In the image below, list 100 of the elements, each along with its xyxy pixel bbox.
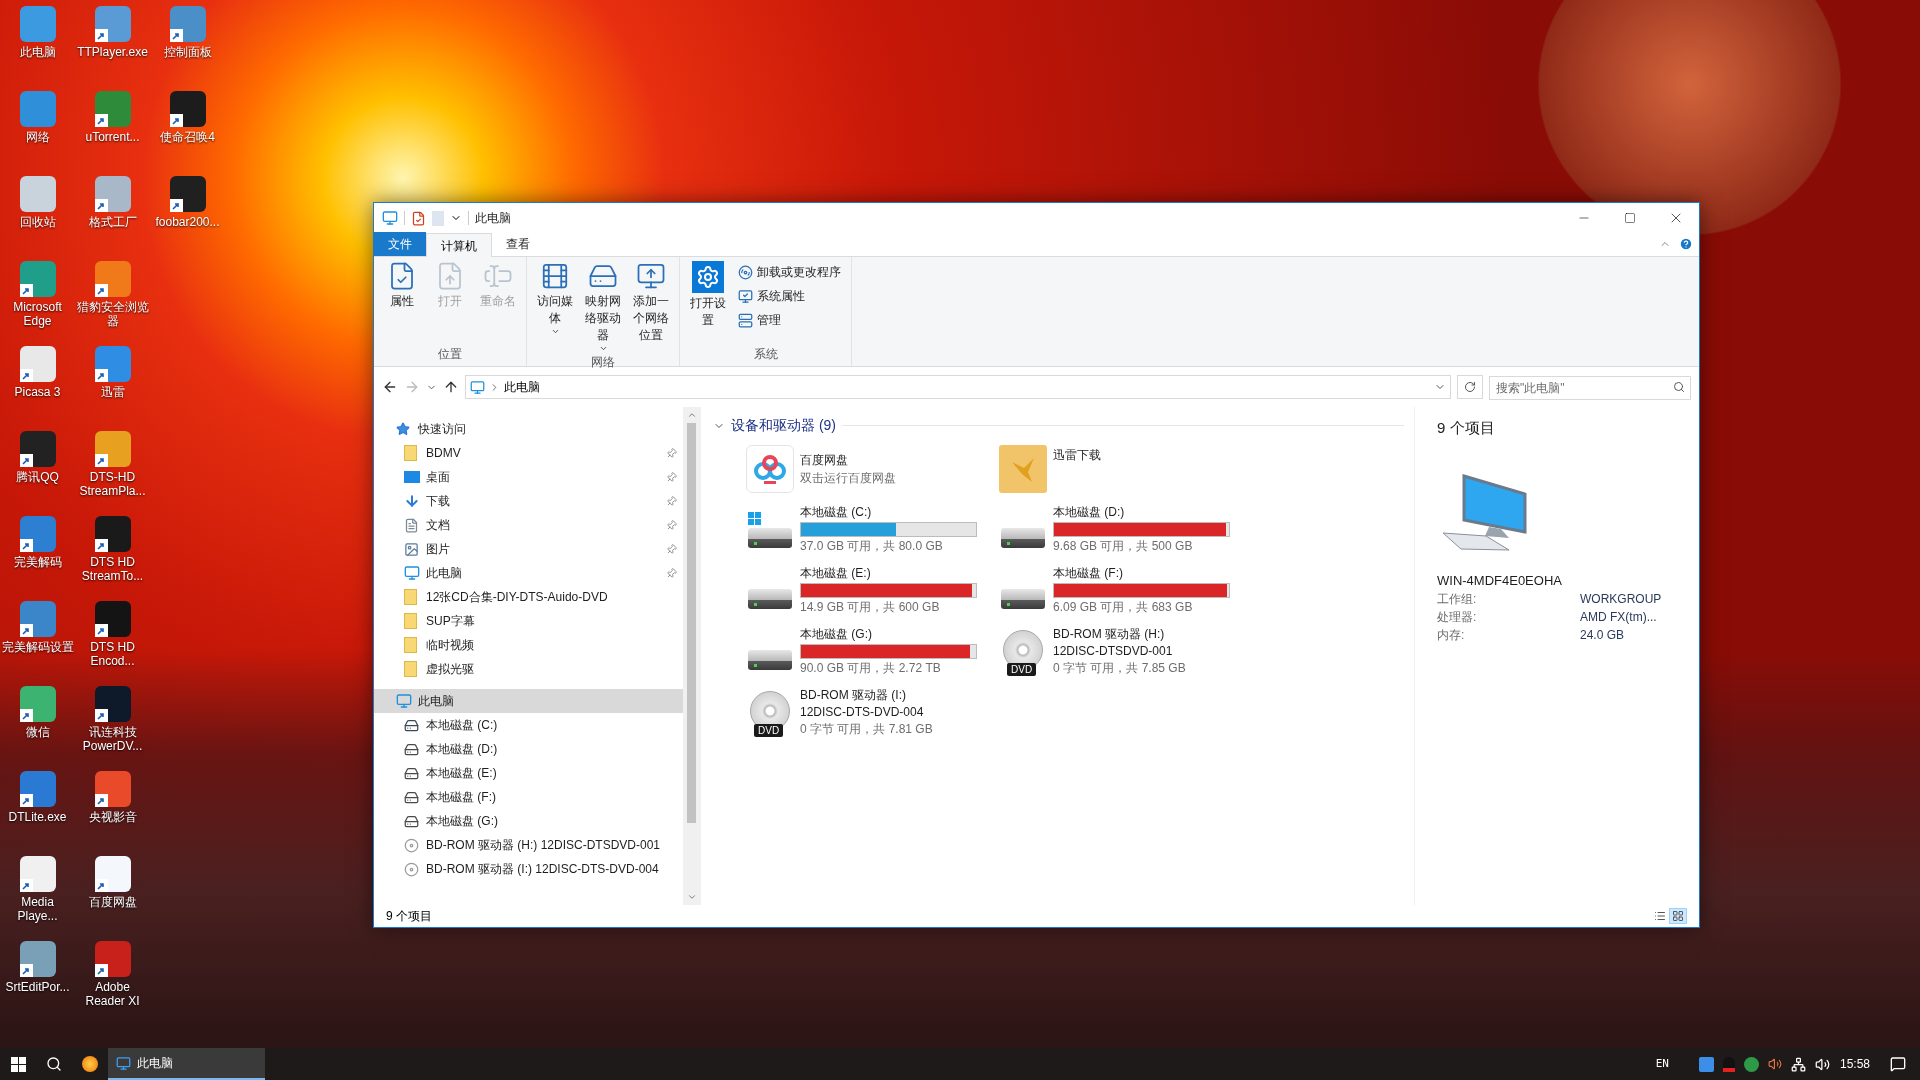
nav-item[interactable]: 快速访问	[374, 417, 683, 441]
property-value: 24.0 GB	[1580, 627, 1625, 644]
ribbon-button[interactable]: 打开设置	[686, 257, 730, 345]
refresh-button[interactable]	[1457, 375, 1483, 399]
computer-icon	[116, 1055, 131, 1071]
app-icon[interactable]	[169, 176, 206, 212]
settings-icon	[692, 261, 724, 293]
app-icon[interactable]	[19, 941, 56, 977]
nav-item[interactable]: 本地磁盘 (F:)	[374, 785, 683, 809]
drive-tile[interactable]: 本地磁盘 (F:) 6.09 GB 可用，共 683 GB	[999, 560, 1252, 621]
folder-icon	[999, 444, 1047, 493]
volume-icon[interactable]	[1814, 1056, 1830, 1072]
free-space-text: 9.68 GB 可用，共 500 GB	[1053, 538, 1194, 555]
nav-item[interactable]: 桌面	[374, 465, 683, 489]
app-icon[interactable]	[19, 516, 56, 552]
ribbon-tab[interactable]: 查看	[492, 232, 544, 256]
nav-item[interactable]: 本地磁盘 (D:)	[374, 737, 683, 761]
nav-item[interactable]: 本地磁盘 (C:)	[374, 713, 683, 737]
speaker-icon[interactable]	[1767, 1057, 1782, 1071]
nav-item[interactable]: 虚拟光驱	[374, 657, 683, 681]
up-icon[interactable]	[443, 379, 459, 395]
icon-label: SrtEditPor...	[4, 980, 71, 994]
icon-label: 猎豹安全浏览器	[75, 300, 150, 328]
nav-item[interactable]: 12张CD合集-DIY-DTS-Auido-DVD	[374, 585, 683, 609]
cloud-icon	[746, 444, 794, 493]
app-icon[interactable]	[19, 771, 56, 807]
drive-icon	[404, 765, 419, 781]
drive-icon	[404, 789, 419, 805]
nav-item[interactable]: 此电脑	[374, 689, 683, 713]
app-icon[interactable]	[94, 516, 131, 552]
nav-item[interactable]: BD-ROM 驱动器 (I:) 12DISC-DTS-DVD-004	[374, 857, 683, 881]
tiles-view-button[interactable]	[1669, 908, 1687, 924]
document-icon	[404, 517, 419, 533]
icon-label: Media Playe...	[16, 895, 59, 923]
computer-icon	[396, 693, 412, 709]
drive-tile[interactable]: DVD BD-ROM 驱动器 (H:) 12DISC-DTSDVD-001 0 字节 可用，共 7.85 GB	[999, 621, 1252, 682]
tray-app-icon[interactable]	[1698, 1056, 1714, 1072]
drive-tile[interactable]: 迅雷下载	[999, 438, 1252, 499]
app-icon[interactable]	[169, 91, 206, 127]
app-icon[interactable]	[94, 771, 131, 807]
computer-icon	[470, 379, 485, 395]
nav-item[interactable]: 本地磁盘 (E:)	[374, 761, 683, 785]
drive-tile[interactable]: DVD BD-ROM 驱动器 (I:) 12DISC-DTS-DVD-004 0 字节 可用，共 7.81 GB	[746, 682, 999, 743]
drive-tile[interactable]: 百度网盘 双击运行百度网盘	[746, 438, 999, 499]
network-icon[interactable]	[1790, 1056, 1806, 1072]
app-icon[interactable]	[19, 601, 56, 637]
nav-item[interactable]: 图片	[374, 537, 683, 561]
icon-label: Adobe Reader XI	[84, 980, 141, 1008]
app-icon[interactable]	[19, 856, 56, 892]
app-icon[interactable]	[94, 856, 131, 892]
clock[interactable]: 15:58	[1839, 1055, 1870, 1073]
ribbon-button[interactable]: 卸载或更改程序	[734, 260, 845, 284]
app-icon[interactable]	[94, 601, 131, 637]
item-description: 双击运行百度网盘	[800, 469, 896, 487]
nav-item[interactable]: 临时视频	[374, 633, 683, 657]
tray-app-icon[interactable]	[1743, 1056, 1759, 1072]
back-icon[interactable]	[382, 379, 398, 395]
free-space-text: 37.0 GB 可用，共 80.0 GB	[800, 538, 944, 555]
disc-icon	[738, 264, 753, 280]
nav-item[interactable]: 文档	[374, 513, 683, 537]
search-field[interactable]: 搜索"此电脑"	[1489, 376, 1691, 400]
ribbon-button[interactable]: 访问媒体	[533, 257, 577, 353]
nav-item[interactable]: BDMV	[374, 441, 683, 465]
taskbar-window-button[interactable]: 此电脑	[108, 1048, 265, 1080]
ribbon-button[interactable]: 映射网络驱动器	[581, 257, 625, 353]
group-header[interactable]: 设备和驱动器 (9)	[731, 415, 836, 436]
drive-tile[interactable]: 本地磁盘 (D:) 9.68 GB 可用，共 500 GB	[999, 499, 1252, 560]
nav-item[interactable]: 本地磁盘 (G:)	[374, 809, 683, 833]
ribbon-group-label: 系统	[752, 346, 779, 363]
ribbon-tab[interactable]: 计算机	[426, 233, 492, 257]
search-icon	[46, 1056, 62, 1072]
download-icon	[404, 493, 420, 509]
language-indicator[interactable]: EN	[1655, 1055, 1669, 1073]
windows-logo-icon	[10, 1056, 26, 1072]
icon-label: DTLite.exe	[7, 810, 68, 824]
app-icon[interactable]	[19, 431, 56, 467]
icon-label: 微信	[24, 725, 51, 739]
item-name: 迅雷下载	[1053, 447, 1101, 464]
document-check-icon[interactable]	[411, 210, 426, 226]
app-icon[interactable]	[19, 686, 56, 722]
app-icon[interactable]	[94, 686, 131, 722]
nav-item[interactable]: 下载	[374, 489, 683, 513]
address-bar[interactable]: 此电脑	[465, 375, 1451, 399]
search-icon	[1673, 381, 1685, 393]
item-name: 百度网盘	[800, 451, 849, 469]
drive-tile[interactable]: 本地磁盘 (C:) 37.0 GB 可用，共 80.0 GB	[746, 499, 999, 560]
drive-tile[interactable]: 本地磁盘 (G:) 90.0 GB 可用，共 2.72 TB	[746, 621, 999, 682]
ribbon-button[interactable]: 添加一个网络位置	[629, 257, 673, 353]
ribbon-button[interactable]: 属性	[380, 257, 424, 345]
drive-icon	[404, 813, 419, 829]
ribbon-button[interactable]: 系统属性	[734, 284, 845, 308]
nav-item[interactable]: BD-ROM 驱动器 (H:) 12DISC-DTSDVD-001	[374, 833, 683, 857]
nav-item[interactable]: SUP字幕	[374, 609, 683, 633]
notification-icon[interactable]	[1890, 1056, 1906, 1072]
app-icon[interactable]	[94, 941, 131, 977]
nav-item[interactable]: 此电脑	[374, 561, 683, 585]
ribbon-tab[interactable]: 文件	[374, 232, 426, 256]
ribbon-button[interactable]: 管理	[734, 308, 845, 332]
help-icon[interactable]	[1679, 237, 1693, 251]
drive-tile[interactable]: 本地磁盘 (E:) 14.9 GB 可用，共 600 GB	[746, 560, 999, 621]
